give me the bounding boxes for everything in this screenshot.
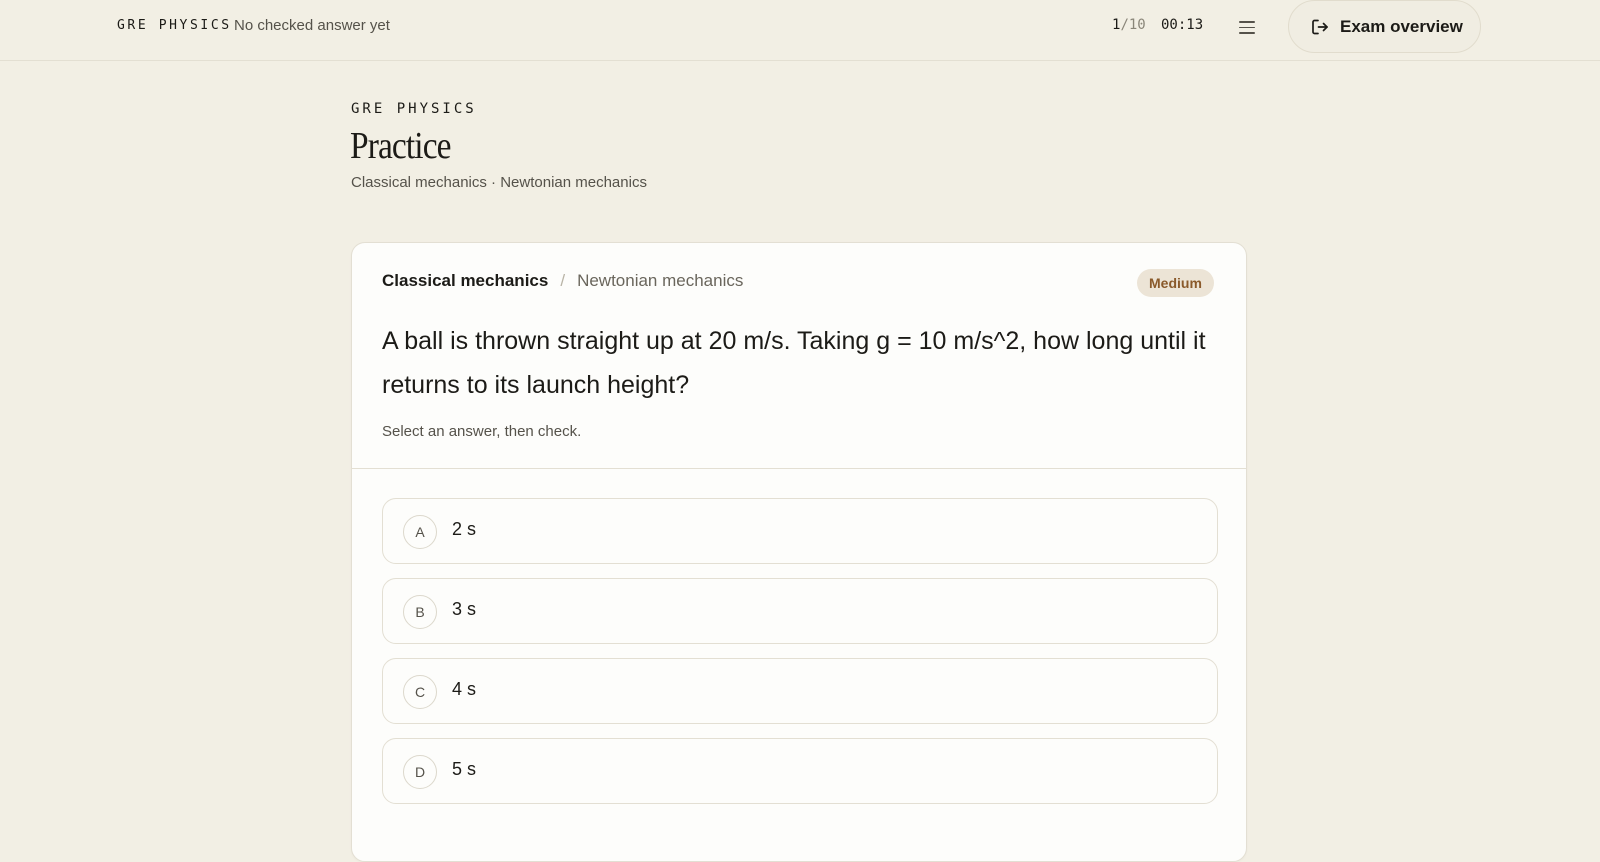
question-progress: 1/10	[1112, 17, 1146, 33]
section-eyebrow: GRE PHYSICS	[351, 101, 477, 117]
option-text: 4 s	[452, 679, 477, 699]
option-letter: A	[403, 515, 437, 549]
progress-separator: /	[1120, 17, 1129, 33]
page-subtitle: Classical mechanics · Newtonian mechanic…	[351, 174, 647, 191]
progress-total: 10	[1128, 17, 1146, 33]
subtopic-label: Newtonian mechanics	[577, 271, 744, 290]
answer-option-a[interactable]: A 2 s	[382, 498, 1218, 564]
brand-label: GRE PHYSICS	[117, 18, 232, 33]
option-letter: C	[403, 675, 437, 709]
logout-arrow-icon	[1312, 19, 1328, 34]
top-bar: GRE PHYSICS No checked answer yet 1/10 0…	[0, 0, 1600, 61]
answer-status-text: No checked answer yet	[234, 17, 390, 34]
exam-overview-label: Exam overview	[1340, 16, 1463, 36]
topic-breadcrumb: Classical mechanics / Newtonian mechanic…	[382, 271, 743, 291]
difficulty-badge: Medium	[1137, 269, 1214, 297]
answer-option-d[interactable]: D 5 s	[382, 738, 1218, 804]
option-text: 3 s	[452, 599, 477, 619]
question-card: Classical mechanics / Newtonian mechanic…	[351, 242, 1247, 862]
hamburger-menu-icon[interactable]	[1234, 14, 1260, 40]
exam-overview-button[interactable]: Exam overview	[1288, 0, 1481, 53]
option-letter: B	[403, 595, 437, 629]
page-title: Practice	[350, 125, 452, 167]
option-text: 5 s	[452, 759, 477, 779]
option-text: 2 s	[452, 519, 477, 539]
instruction-text: Select an answer, then check.	[382, 423, 582, 440]
exam-timer: 00:13	[1161, 17, 1204, 33]
option-letter: D	[403, 755, 437, 789]
card-divider	[352, 468, 1246, 469]
breadcrumb-separator: /	[560, 271, 566, 290]
answer-option-b[interactable]: B 3 s	[382, 578, 1218, 644]
question-text: A ball is thrown straight up at 20 m/s. …	[382, 327, 1206, 399]
topic-label: Classical mechanics	[382, 271, 549, 290]
answer-option-c[interactable]: C 4 s	[382, 658, 1218, 724]
